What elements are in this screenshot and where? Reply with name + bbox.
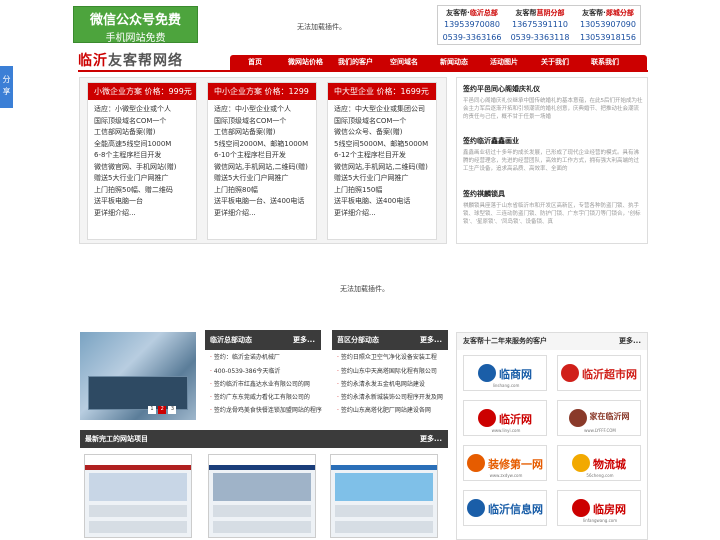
plan-card-medium: 中小企业方案 价格：1299元 适应：中小型企业或个人 国际顶级域名COM一个 …	[207, 82, 317, 240]
client-logo[interactable]: 家在临沂网 www.LYFFF.COM	[557, 400, 641, 436]
list-item[interactable]: 签约日照众卫空气净化设备安装工程	[337, 352, 437, 361]
client-icon	[467, 499, 485, 517]
client-icon	[478, 409, 496, 427]
section-header-linyi: 临沂总部动态 更多...	[205, 330, 321, 350]
client-logo[interactable]: 临沂超市网	[557, 355, 641, 391]
plan-more-link[interactable]: 更详细介绍...	[88, 208, 196, 220]
client-icon	[572, 499, 590, 517]
wechat-promo-banner[interactable]: 微信公众号免费 手机网站免费	[73, 6, 198, 44]
phone: 13053918156	[580, 33, 636, 42]
client-icon	[478, 364, 496, 382]
slider-page[interactable]: 1	[148, 406, 156, 414]
phone: 13953970080	[444, 20, 500, 29]
list-item[interactable]: 签约广东东莞威力看化工有限公司的	[210, 392, 310, 401]
project-thumbnail[interactable]	[208, 454, 316, 538]
client-logo[interactable]: 临房网 linfangwang.com	[557, 490, 641, 526]
contact-panel: 友客帮·临沂总部 13953970080 0539-3363166 友客帮莒阴分…	[437, 5, 641, 45]
promo-line1: 微信公众号免费	[89, 13, 181, 28]
client-icon	[467, 454, 485, 472]
section-header-junan: 莒区分部动态 更多...	[332, 330, 448, 350]
plan-title[interactable]: 中大型企业 价格：1699元	[328, 83, 436, 100]
nav-about[interactable]: 关于我们	[541, 55, 569, 70]
list-item[interactable]: 签约永清永新城装饰公司程序开发及网	[337, 392, 443, 401]
list-item[interactable]: 签约永清永发五金机电网站建设	[337, 379, 425, 388]
client-logo[interactable]: 装修第一网 www.zxdyw.com	[463, 445, 547, 481]
nav-news[interactable]: 新闻动态	[440, 55, 468, 70]
nav-photos[interactable]: 活动图片	[490, 55, 518, 70]
list-item[interactable]: 签约：临沂金诺办机械厂	[210, 352, 280, 361]
nav-contact[interactable]: 联系我们	[591, 55, 619, 70]
news-title[interactable]: 签约祺麟锁具	[463, 189, 505, 199]
plugin-error-mid: 无法加载插件。	[340, 285, 389, 293]
contact-junan: 友客帮莒阴分部 13675391110 0539-3363118	[506, 6, 574, 44]
phone: 13053907090	[580, 20, 636, 29]
plan-title[interactable]: 中小企业方案 价格：1299元	[208, 83, 316, 113]
client-logo[interactable]: 临沂信息网	[463, 490, 547, 526]
client-logo[interactable]: 临沂网 www.linyi.com	[463, 400, 547, 436]
contact-tancheng: 友客帮·郯城分部 13053907090 13053918156	[574, 6, 642, 44]
nav-pricing[interactable]: 微网站价格	[288, 55, 323, 70]
news-desc: 平邑同心阁婚庆礼仪继承中国传统婚礼的基本意蕴，在此5后们开始成为社会主力军后逐渐…	[463, 98, 643, 120]
news-panel: 签约平邑同心阁婚庆礼仪 平邑同心阁婚庆礼仪继承中国传统婚礼的基本意蕴，在此5后们…	[456, 77, 648, 244]
nav-domain[interactable]: 空间域名	[390, 55, 418, 70]
list-item[interactable]: 签约山东高塔化肥厂网站建设各网	[337, 405, 431, 414]
slider-page[interactable]: 3	[168, 406, 177, 414]
plan-card-large: 中大型企业 价格：1699元 适应：中大型企业或集团公司 国际顶级域名COM一个…	[327, 82, 437, 240]
plan-more-link[interactable]: 更详细介绍...	[328, 208, 436, 220]
plan-card-small: 小微企业方案 价格：999元 适应：小微型企业或个人 国际顶级域名COM一个 工…	[87, 82, 197, 240]
projects-section: 最新完工的网站项目 更多...	[80, 430, 448, 540]
promo-line2: 手机网站免费	[105, 33, 166, 44]
more-link[interactable]: 更多...	[420, 430, 442, 448]
client-icon	[572, 454, 590, 472]
phone: 13675391110	[512, 20, 568, 29]
plan-title[interactable]: 小微企业方案 价格：999元	[88, 83, 196, 100]
phone: 0539-3363118	[510, 33, 570, 42]
office-photo-slider[interactable]: 1 2 3	[80, 332, 196, 420]
list-item[interactable]: 签约临沂市红鑫达水业有限公司的网	[210, 379, 310, 388]
projects-header: 最新完工的网站项目 更多...	[80, 430, 448, 448]
plugin-error-top: 无法加载插件。	[297, 23, 346, 31]
slider-pager: 1 2 3	[148, 404, 177, 414]
client-icon	[561, 364, 579, 382]
list-item[interactable]: 签约龙骨鸡美食快餐连锁加盟网站的程序	[210, 405, 322, 414]
more-link[interactable]: 更多...	[420, 330, 442, 350]
project-thumbnail[interactable]	[84, 454, 192, 538]
clients-header: 友客帮十二年来服务的客户 更多...	[457, 333, 647, 350]
news-title[interactable]: 签约平邑同心阁婚庆礼仪	[463, 84, 540, 94]
plan-more-link[interactable]: 更详细介绍...	[208, 208, 316, 220]
news-desc: 鑫鑫画业初过十多年的成长发展，已形成了现代企业经营的模式。具有沸腾的经营理念，先…	[463, 150, 640, 172]
list-item[interactable]: 400-0539-386今天临沂	[210, 366, 281, 375]
list-item[interactable]: 签约山东中天高塔国际化程有限公司	[337, 366, 437, 375]
client-logo[interactable]: 物流城 56cheng.com	[557, 445, 641, 481]
client-logo[interactable]: 临商网 linshang.com	[463, 355, 547, 391]
contact-linyi: 友客帮·临沂总部 13953970080 0539-3363166	[438, 6, 506, 44]
slider-page[interactable]: 2	[158, 406, 167, 414]
main-nav: 首页 微网站价格 我们的客户 空间域名 新闻动态 活动图片 关于我们 联系我们	[230, 55, 647, 70]
news-title[interactable]: 签约临沂鑫鑫画业	[463, 136, 519, 146]
news-list-junan: 签约日照众卫空气净化设备安装工程 签约山东中天高塔国际化程有限公司 签约永清永发…	[332, 350, 448, 420]
more-link[interactable]: 更多...	[293, 330, 315, 350]
site-logo[interactable]: 临沂友客帮网络	[78, 50, 183, 70]
news-list-linyi: 签约：临沂金诺办机械厂 400-0539-386今天临沂 签约临沂市红鑫达水业有…	[205, 350, 322, 420]
share-button[interactable]: 分享	[0, 66, 13, 108]
phone: 0539-3363166	[442, 33, 502, 42]
news-desc: 祺麟锁具座落于山东省临沂市和开发区高新区，专营各种防盗门锁、执手锁、球型锁、三连…	[463, 203, 641, 225]
nav-clients[interactable]: 我们的客户	[338, 55, 373, 70]
clients-panel: 友客帮十二年来服务的客户 更多... 临商网 linshang.com 临沂超市…	[456, 332, 648, 540]
client-icon	[568, 409, 587, 427]
more-link[interactable]: 更多...	[619, 333, 641, 350]
nav-underline	[78, 70, 648, 72]
project-thumbnail[interactable]	[330, 454, 438, 538]
nav-home[interactable]: 首页	[248, 55, 262, 70]
